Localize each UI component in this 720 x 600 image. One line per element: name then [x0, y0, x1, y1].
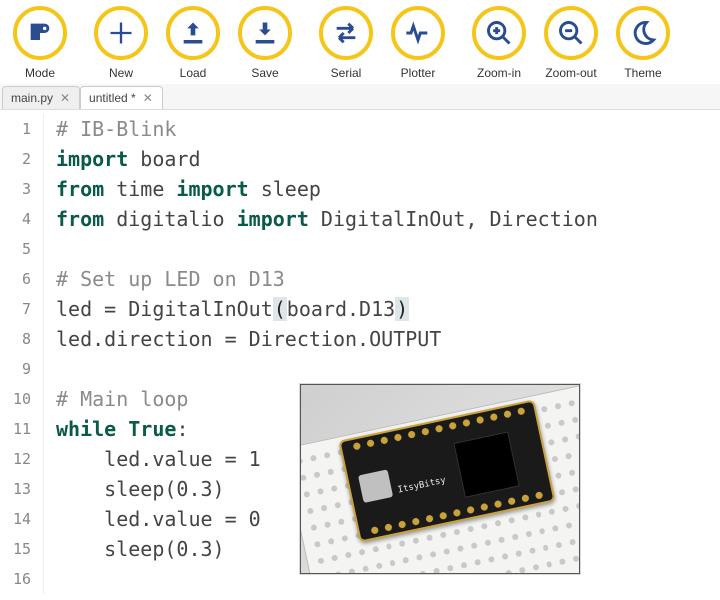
mcu-chip-graphic — [453, 431, 519, 497]
code-content[interactable] — [44, 564, 56, 594]
code-line[interactable]: 9 — [0, 354, 720, 384]
toolbar: Mode New Load Save Serial Plotter — [0, 0, 720, 84]
line-number: 10 — [0, 384, 44, 414]
code-content[interactable]: led.direction = Direction.OUTPUT — [44, 324, 441, 354]
save-label: Save — [251, 66, 278, 80]
line-number: 8 — [0, 324, 44, 354]
code-line[interactable]: 2import board — [0, 144, 720, 174]
code-line[interactable]: 3from time import sleep — [0, 174, 720, 204]
line-number: 5 — [0, 234, 44, 264]
code-content[interactable]: while True: — [44, 414, 188, 444]
zoom-in-label: Zoom-in — [477, 66, 521, 80]
code-line[interactable]: 6# Set up LED on D13 — [0, 264, 720, 294]
line-number: 16 — [0, 564, 44, 594]
code-content[interactable]: sleep(0.3) — [44, 474, 225, 504]
microcontroller-photo: ItsyBitsy — [300, 384, 580, 574]
load-button[interactable]: Load — [157, 6, 229, 80]
line-number: 3 — [0, 174, 44, 204]
tab-untitled[interactable]: untitled * ✕ — [80, 86, 163, 109]
line-number: 13 — [0, 474, 44, 504]
code-content[interactable] — [44, 354, 56, 384]
line-number: 6 — [0, 264, 44, 294]
line-number: 2 — [0, 144, 44, 174]
mode-button[interactable]: Mode — [4, 6, 76, 80]
moon-icon — [616, 6, 670, 60]
plotter-label: Plotter — [401, 66, 436, 80]
tab-main-py[interactable]: main.py ✕ — [2, 86, 80, 109]
upload-icon — [166, 6, 220, 60]
mode-icon — [13, 6, 67, 60]
close-icon[interactable]: ✕ — [142, 92, 154, 104]
serial-button[interactable]: Serial — [310, 6, 382, 80]
code-content[interactable]: sleep(0.3) — [44, 534, 225, 564]
code-content[interactable]: from digitalio import DigitalInOut, Dire… — [44, 204, 598, 234]
plotter-button[interactable]: Plotter — [382, 6, 454, 80]
code-line[interactable]: 4from digitalio import DigitalInOut, Dir… — [0, 204, 720, 234]
line-number: 9 — [0, 354, 44, 384]
code-content[interactable]: # Main loop — [44, 384, 188, 414]
code-content[interactable]: import board — [44, 144, 201, 174]
transfer-icon — [319, 6, 373, 60]
line-number: 7 — [0, 294, 44, 324]
code-content[interactable] — [44, 234, 56, 264]
save-button[interactable]: Save — [229, 6, 301, 80]
code-content[interactable]: # Set up LED on D13 — [44, 264, 285, 294]
code-content[interactable]: led.value = 0 — [44, 504, 261, 534]
usb-port-graphic — [358, 469, 393, 503]
line-number: 11 — [0, 414, 44, 444]
line-number: 12 — [0, 444, 44, 474]
load-label: Load — [180, 66, 207, 80]
zoom-out-icon — [544, 6, 598, 60]
theme-button[interactable]: Theme — [607, 6, 679, 80]
code-content[interactable]: led = DigitalInOut(board.D13) — [44, 294, 409, 324]
pulse-icon — [391, 6, 445, 60]
mode-label: Mode — [25, 66, 55, 80]
download-icon — [238, 6, 292, 60]
code-editor[interactable]: 1# IB-Blink2import board3from time impor… — [0, 110, 720, 594]
serial-label: Serial — [331, 66, 362, 80]
zoom-in-button[interactable]: Zoom-in — [463, 6, 535, 80]
new-label: New — [109, 66, 133, 80]
board-label: ItsyBitsy — [395, 466, 449, 505]
code-line[interactable]: 5 — [0, 234, 720, 264]
code-line[interactable]: 7led = DigitalInOut(board.D13) — [0, 294, 720, 324]
new-button[interactable]: New — [85, 6, 157, 80]
close-icon[interactable]: ✕ — [59, 92, 71, 104]
plus-icon — [94, 6, 148, 60]
line-number: 15 — [0, 534, 44, 564]
code-line[interactable]: 1# IB-Blink — [0, 114, 720, 144]
line-number: 14 — [0, 504, 44, 534]
code-content[interactable]: from time import sleep — [44, 174, 321, 204]
tab-label: main.py — [11, 91, 53, 105]
code-line[interactable]: 8led.direction = Direction.OUTPUT — [0, 324, 720, 354]
line-number: 4 — [0, 204, 44, 234]
code-content[interactable]: # IB-Blink — [44, 114, 176, 144]
zoom-out-label: Zoom-out — [545, 66, 596, 80]
tab-label: untitled * — [89, 91, 136, 105]
tab-bar: main.py ✕ untitled * ✕ — [0, 84, 720, 110]
zoom-in-icon — [472, 6, 526, 60]
theme-label: Theme — [624, 66, 661, 80]
code-content[interactable]: led.value = 1 — [44, 444, 261, 474]
zoom-out-button[interactable]: Zoom-out — [535, 6, 607, 80]
line-number: 1 — [0, 114, 44, 144]
